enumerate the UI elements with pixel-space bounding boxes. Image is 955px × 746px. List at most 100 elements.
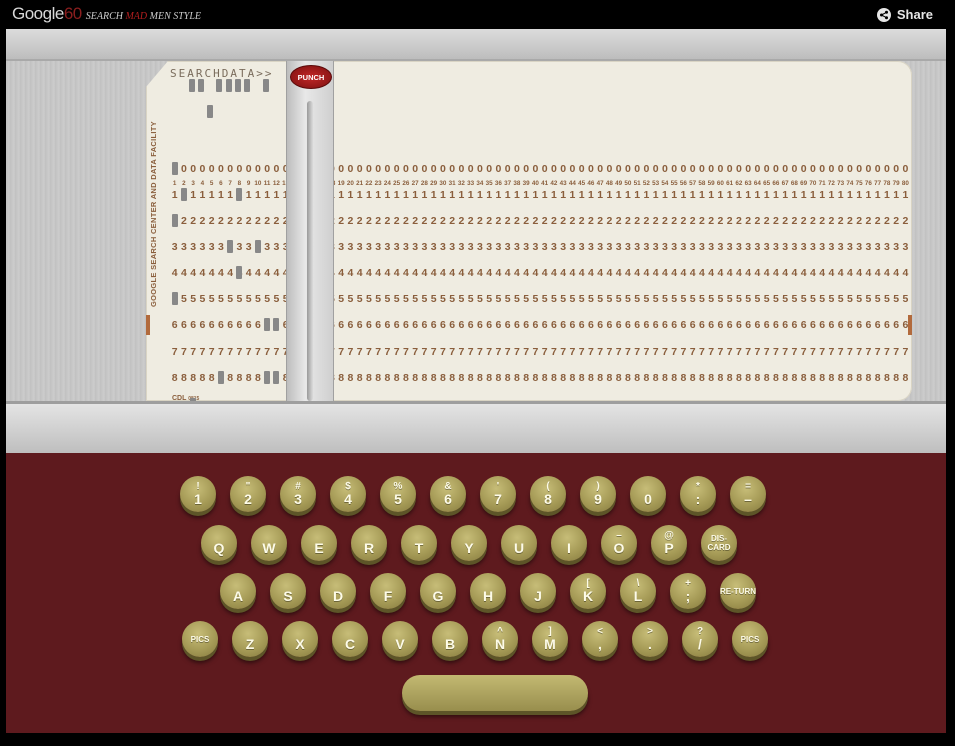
key-2[interactable]: " 2 (230, 476, 266, 512)
key-label: 3 (294, 491, 302, 507)
key-1[interactable]: ! 1 (180, 476, 216, 512)
key-pics[interactable]: PICS (732, 621, 768, 657)
punched-hole (273, 318, 280, 331)
key-label: – (744, 491, 752, 507)
punched-hole (264, 371, 270, 384)
card-row-0: 0000000000000000000000000000000000000000… (172, 163, 909, 175)
key-label: DIS-CARD (707, 534, 731, 552)
key-n[interactable]: ^ N (482, 621, 518, 657)
key-i[interactable]: I (551, 525, 587, 561)
key-d[interactable]: D (320, 573, 356, 609)
key-label: : (695, 491, 701, 507)
key-x[interactable]: X (282, 621, 318, 657)
punched-hole (207, 105, 213, 118)
key-pics[interactable]: PICS (182, 621, 218, 657)
key-4[interactable]: $4 (330, 476, 366, 512)
card-row-1: 1111111111111111111111111111111111111111… (171, 189, 909, 201)
punched-hole (197, 79, 204, 92)
key-0[interactable]: 0 (630, 476, 666, 512)
keyboard: ! 1 " 2 #3 $4 % 5 & 6 ' 7 (8 ) 9 0 *: = – Q W E R T Y U I… (6, 453, 946, 733)
key-z[interactable]: Z (232, 621, 268, 657)
card-row-4: 4444444444444444444444444444444444444444… (171, 267, 909, 279)
top-rail (6, 29, 946, 61)
key-q[interactable]: Q (201, 525, 237, 561)
key-sym3-8[interactable]: <, (582, 621, 618, 657)
key-m[interactable]: ] M (532, 621, 568, 657)
key-sym0-10[interactable]: *: (680, 476, 716, 512)
key-p[interactable]: @ P (651, 525, 687, 561)
key-label: J (534, 588, 542, 604)
key-v[interactable]: V (382, 621, 418, 657)
punch-button[interactable]: PUNCH (290, 65, 332, 89)
key-label: M (544, 636, 556, 652)
card-row-3: 3333333333333333333333333333333333333333… (171, 241, 909, 253)
key-label: R (363, 540, 375, 556)
punched-hole (236, 188, 243, 201)
key-discard[interactable]: DIS-CARD (701, 525, 737, 561)
key-label: 7 (494, 491, 502, 507)
key-label: Q (213, 540, 225, 556)
key-3[interactable]: #3 (280, 476, 316, 512)
key-g[interactable]: G (420, 573, 456, 609)
key-a[interactable]: A (220, 573, 256, 609)
card-row-5: 5555555555555555555555555555555555555555… (172, 293, 909, 305)
key-b[interactable]: B (432, 621, 468, 657)
key-label: 8 (544, 491, 552, 507)
punched-hole (225, 79, 232, 92)
key-label: 4 (344, 491, 352, 507)
key-u[interactable]: U (501, 525, 537, 561)
card-header: SEARCHDATA>> (170, 67, 274, 80)
key-label: 1 (194, 491, 202, 507)
key-6[interactable]: & 6 (430, 476, 466, 512)
key-label: H (482, 588, 494, 604)
key-label: ; (685, 588, 691, 604)
key-label: S (283, 588, 293, 604)
key-k[interactable]: [K (570, 573, 606, 609)
key-label: , (598, 636, 602, 652)
key-t[interactable]: T (401, 525, 437, 561)
bottom-rail (6, 401, 946, 456)
share-button[interactable]: Share (876, 7, 933, 22)
key-label: X (295, 636, 305, 652)
key-label: D (332, 588, 344, 604)
key-l[interactable]: \ L (620, 573, 656, 609)
key-label: 9 (594, 491, 602, 507)
punched-hole (216, 79, 223, 92)
key-label: Y (464, 540, 474, 556)
key-7[interactable]: ' 7 (480, 476, 516, 512)
key-9[interactable]: ) 9 (580, 476, 616, 512)
key-s[interactable]: S (270, 573, 306, 609)
key-label: T (414, 540, 424, 556)
key-h[interactable]: H (470, 573, 506, 609)
key-y[interactable]: Y (451, 525, 487, 561)
key-label: N (494, 636, 506, 652)
key-label: Z (245, 636, 255, 652)
key-sym3-9[interactable]: >. (632, 621, 668, 657)
key-sym0-11[interactable]: = – (730, 476, 766, 512)
key-r[interactable]: R (351, 525, 387, 561)
key-label: E (314, 540, 324, 556)
space-bar[interactable] (402, 675, 588, 711)
google60-logo[interactable]: Google60 SEARCH MAD MEN STYLE (12, 4, 201, 24)
key-label: 5 (394, 491, 402, 507)
column-numbers: 1234567891011121314151617181920212223242… (172, 180, 909, 187)
key-label: C (344, 636, 356, 652)
key-sym2-9[interactable]: +; (670, 573, 706, 609)
key-5[interactable]: % 5 (380, 476, 416, 512)
key-e[interactable]: E (301, 525, 337, 561)
key-return[interactable]: RE-TURN (720, 573, 756, 609)
key-f[interactable]: F (370, 573, 406, 609)
card-row-6: 6666666666666666666666666666666666666666… (171, 319, 909, 331)
key-j[interactable]: J (520, 573, 556, 609)
key-sym3-10[interactable]: ? / (682, 621, 718, 657)
punched-hole (234, 79, 241, 92)
key-label: . (648, 636, 652, 652)
punched-hole (254, 240, 261, 253)
key-w[interactable]: W (251, 525, 287, 561)
card-edge-mark (908, 315, 912, 335)
key-8[interactable]: (8 (530, 476, 566, 512)
card-punch-machine: SEARCHDATA>> GOOGLE SEARCH CENTER AND DA… (6, 29, 946, 456)
key-c[interactable]: C (332, 621, 368, 657)
key-label: G (432, 588, 444, 604)
key-o[interactable]: – O (601, 525, 637, 561)
